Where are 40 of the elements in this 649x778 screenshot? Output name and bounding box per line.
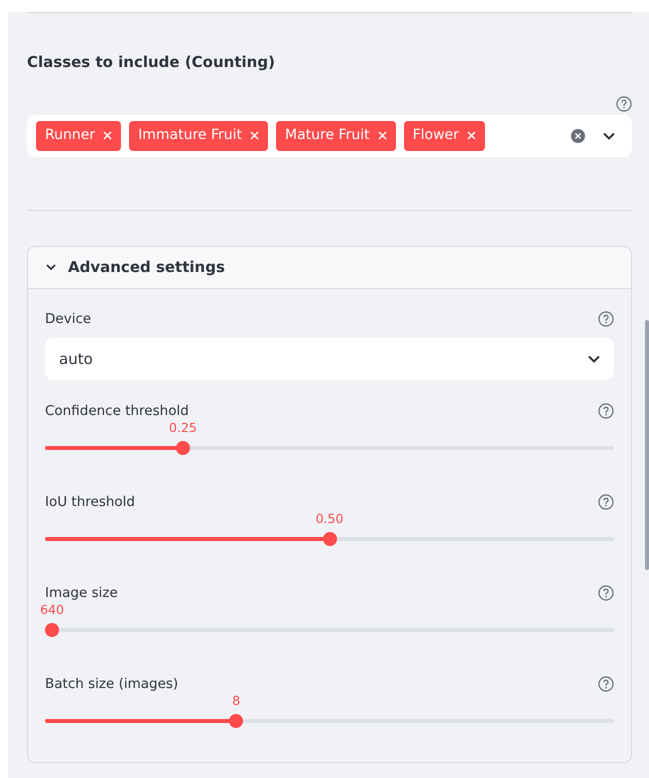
clear-icon[interactable] — [571, 128, 585, 142]
help-icon[interactable] — [616, 96, 632, 112]
chevron-down-icon — [588, 354, 600, 363]
slider-value: 0.25 — [169, 420, 197, 436]
expander-title: Advanced settings — [68, 256, 225, 278]
tag-chip[interactable]: Flower — [404, 120, 485, 150]
expander-header[interactable]: Advanced settings — [28, 246, 631, 288]
help-icon[interactable] — [598, 584, 614, 601]
help-icon[interactable] — [598, 402, 614, 419]
field-label: Device — [45, 310, 92, 328]
slider-label: IoU threshold — [45, 492, 135, 512]
slider-value: 0.50 — [316, 510, 344, 527]
slider-track[interactable] — [45, 440, 614, 455]
tag-label: Mature Fruit — [285, 126, 370, 145]
slider-value: 640 — [40, 602, 64, 618]
tag-chip[interactable]: Immature Fruit — [129, 120, 268, 150]
tag-label: Immature Fruit — [138, 126, 242, 145]
tag-chip[interactable]: Mature Fruit — [276, 120, 396, 150]
remove-icon[interactable] — [378, 131, 387, 140]
slider-track[interactable] — [45, 622, 614, 637]
multiselect-field[interactable]: Runner Immature Fruit Mature Fruit Flower — [27, 114, 632, 156]
slider-label: Batch size (images) — [45, 674, 178, 694]
section-title: Classes to include (Counting) — [27, 52, 276, 73]
remove-icon[interactable] — [103, 131, 112, 140]
help-icon[interactable] — [598, 494, 614, 510]
tag-label: Runner — [45, 126, 96, 145]
slider-label: Image size — [45, 584, 118, 603]
slider-value: 8 — [232, 692, 240, 709]
chevron-down-icon[interactable] — [603, 132, 615, 140]
slider-label: Confidence threshold — [45, 402, 189, 421]
remove-icon[interactable] — [466, 131, 476, 140]
help-icon[interactable] — [598, 310, 614, 327]
slider-track[interactable] — [45, 532, 614, 546]
tag-chip[interactable]: Runner — [36, 120, 122, 150]
remove-icon[interactable] — [250, 131, 259, 140]
scrollbar-thumb[interactable] — [645, 320, 649, 570]
slider-track[interactable] — [45, 714, 614, 728]
help-icon[interactable] — [598, 676, 614, 692]
device-select[interactable]: auto — [45, 338, 614, 380]
tag-label: Flower — [412, 126, 459, 145]
